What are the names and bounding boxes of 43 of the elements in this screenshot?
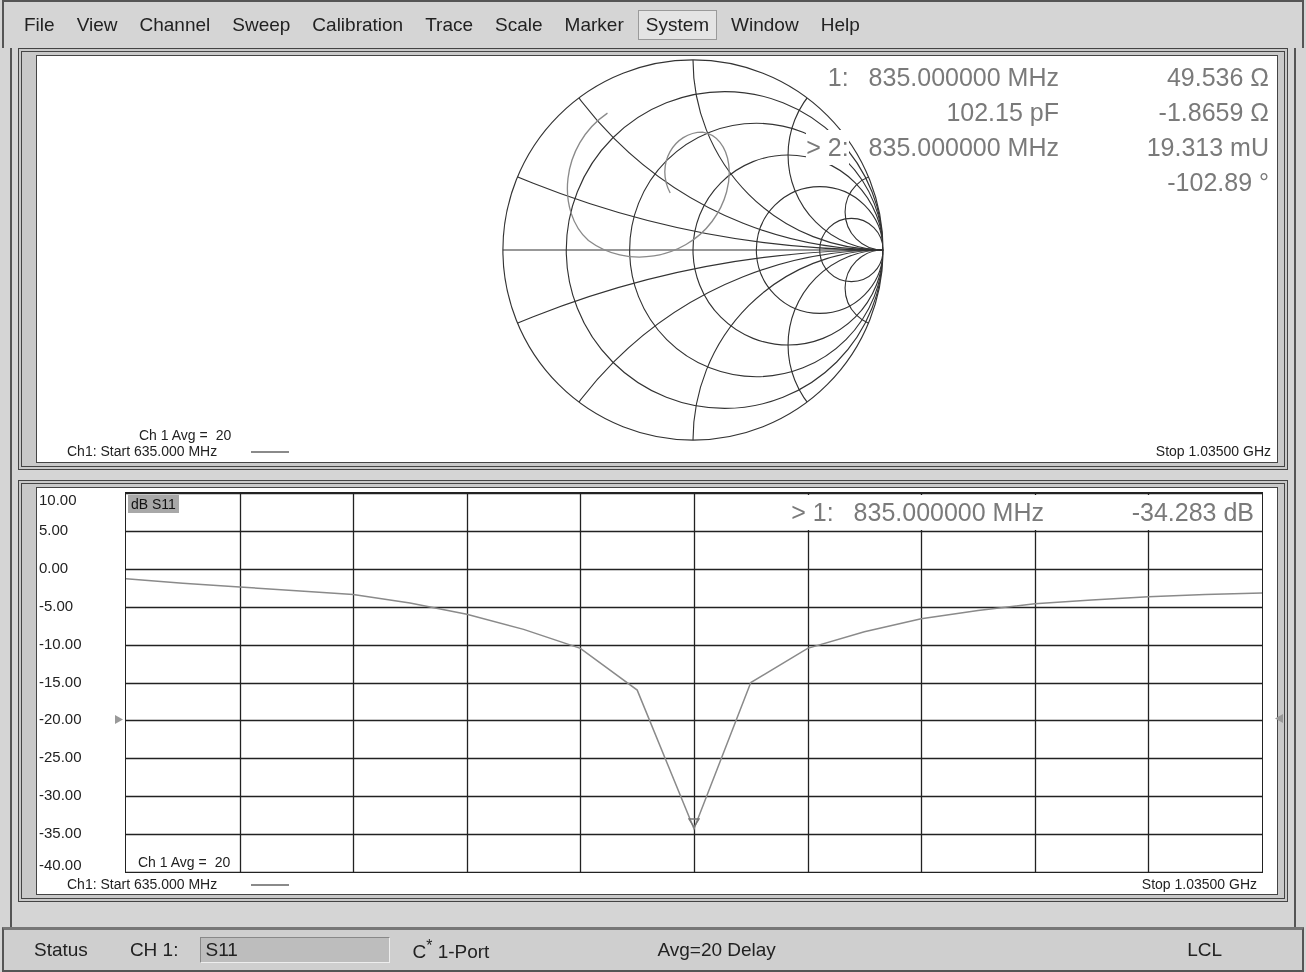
- calibration-status: C$^{*}$ 1-Port: [412, 936, 490, 964]
- channel-label: CH 1:: [129, 939, 179, 961]
- axis-tick-label: -5.00: [39, 597, 74, 614]
- start-frequency: Ch1: Start 635.000 MHz: [67, 443, 218, 459]
- menu-item[interactable]: Marker: [556, 10, 632, 40]
- averaging-label: Ch 1 Avg =: [139, 427, 208, 443]
- menu-item[interactable]: Window: [723, 10, 807, 40]
- stop-frequency: Stop 1.03500 GHz: [1155, 443, 1271, 459]
- start-frequency: Ch1: Start 635.000 MHz: [67, 876, 218, 892]
- menu-item[interactable]: System: [637, 10, 718, 40]
- trace-legend-line: [251, 451, 290, 454]
- marker-icon: [688, 817, 700, 828]
- menu-item[interactable]: Scale: [487, 10, 551, 40]
- averaging-value: 20: [214, 854, 231, 870]
- axis-tick-label: -40.00: [39, 857, 82, 873]
- stop-frequency: Stop 1.03500 GHz: [1141, 876, 1257, 892]
- averaging-value: 20: [215, 427, 232, 443]
- averaging-label: Ch 1 Avg =: [138, 854, 207, 870]
- axis-tick-label: -30.00: [39, 787, 82, 804]
- axis-tick-label: -35.00: [39, 825, 82, 842]
- reference-marker-icon: [1275, 714, 1283, 724]
- menu-item[interactable]: File: [16, 10, 63, 40]
- menu-item[interactable]: View: [68, 10, 126, 40]
- status-label: Status: [34, 939, 88, 961]
- reference-marker-icon: [115, 715, 123, 725]
- menu-item[interactable]: Sweep: [224, 10, 299, 40]
- averaging-status: Avg=20 Delay: [657, 939, 776, 961]
- axis-tick-label: 5.00: [39, 521, 69, 538]
- menu-item[interactable]: Channel: [131, 10, 219, 40]
- axis-tick-label: -15.00: [39, 673, 82, 690]
- menu-item[interactable]: Calibration: [304, 10, 412, 40]
- axis-tick-label: -25.00: [39, 749, 82, 766]
- trace-label: dB S11: [128, 495, 179, 513]
- control-mode: LCL: [1187, 939, 1222, 961]
- measurement-field: S11: [200, 937, 391, 963]
- axis-tick-label: 10.00: [39, 492, 77, 508]
- trace-legend-line: [251, 884, 290, 887]
- axis-tick-label: 0.00: [39, 559, 69, 576]
- axis-tick-label: -20.00: [39, 711, 82, 728]
- marker-label: > 2:: [806, 130, 849, 165]
- axis-tick-label: -10.00: [39, 635, 82, 652]
- menu-item[interactable]: Trace: [417, 10, 482, 40]
- menu-item[interactable]: Help: [812, 10, 868, 40]
